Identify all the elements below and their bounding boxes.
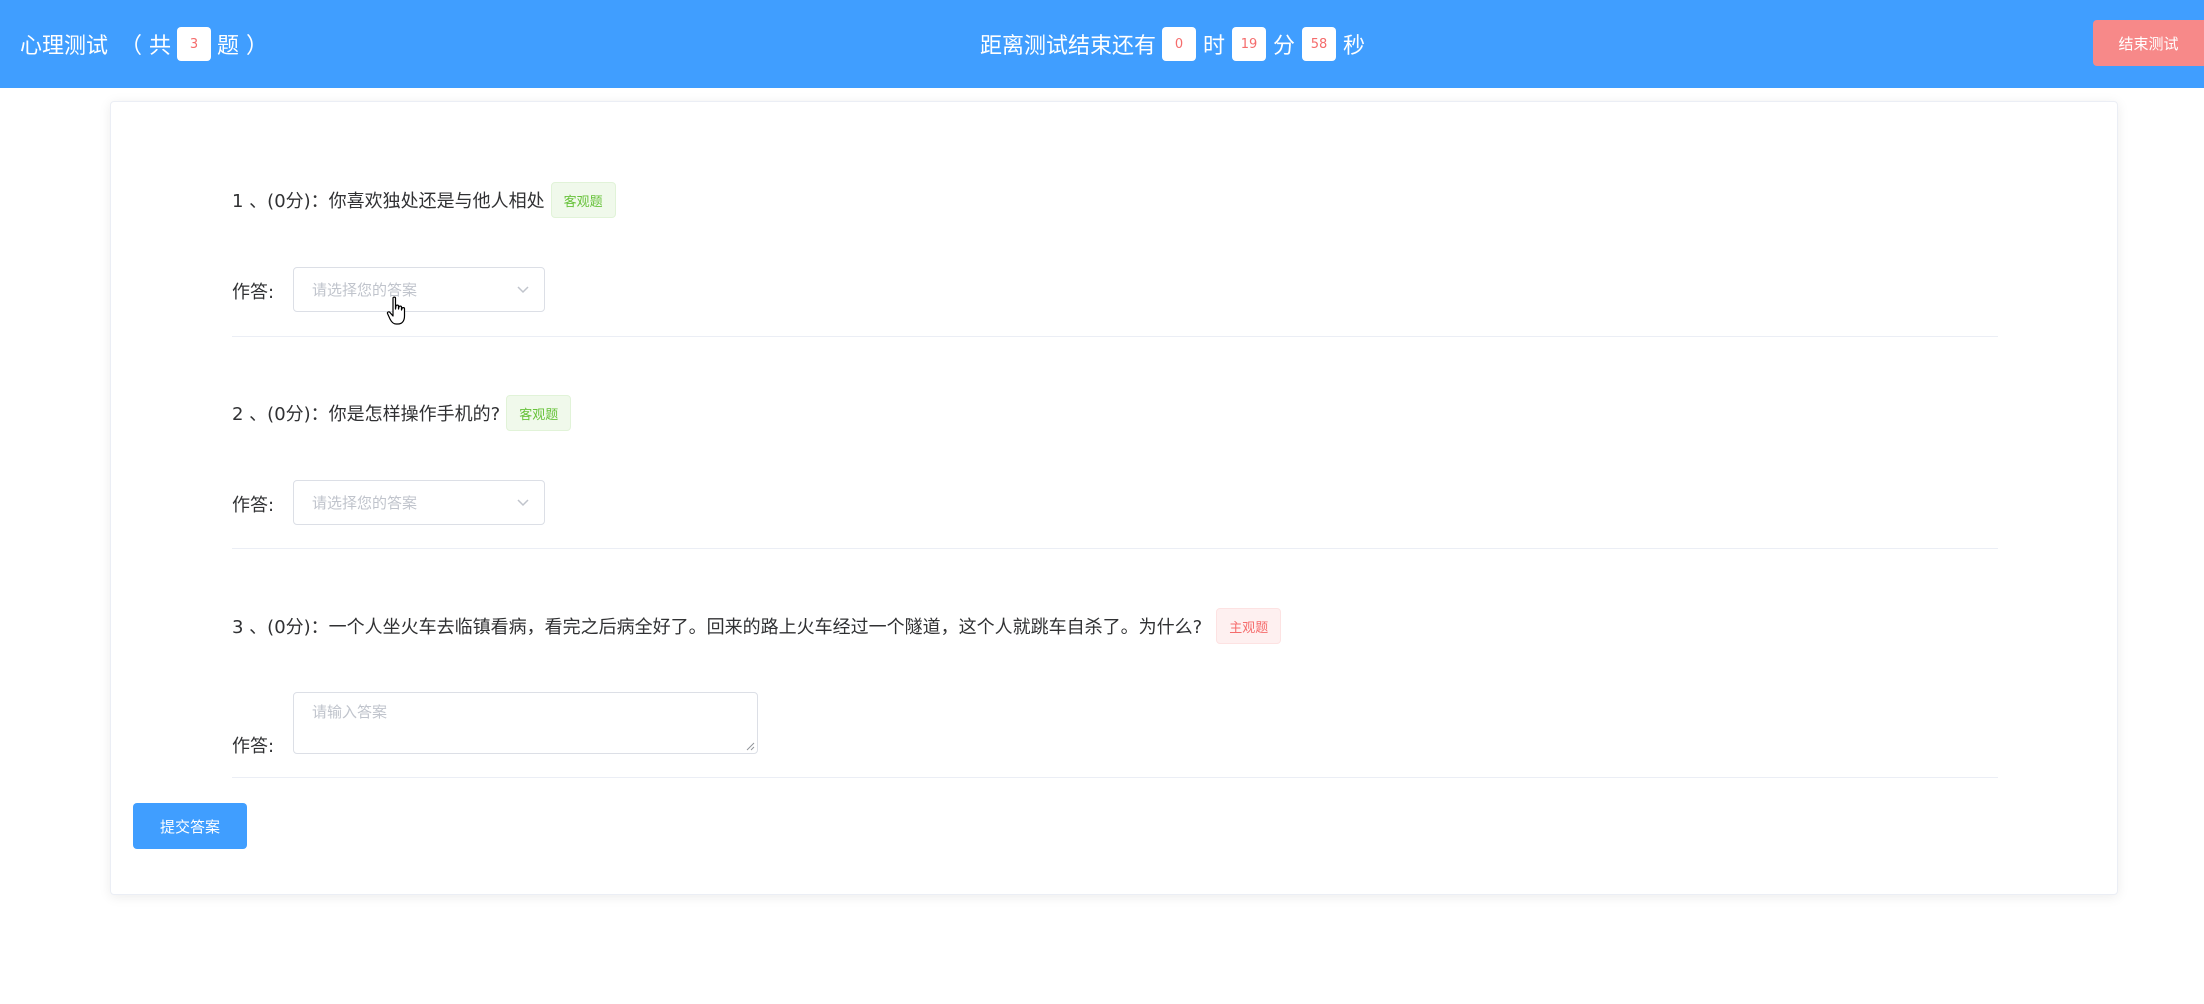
question-3-text: 3 、(0分)：一个人坐火车去临镇看病，看完之后病全好了。回来的路上火车经过一个… xyxy=(232,617,1203,638)
question-2-tag: 客观题 xyxy=(506,395,572,431)
question-2-text: 2 、(0分)：你是怎样操作手机的? xyxy=(232,404,501,425)
timer-minutes: 19 xyxy=(1232,27,1267,61)
question-2-answer-label: 作答: xyxy=(232,495,275,516)
question-3-textarea-placeholder: 请输入答案 xyxy=(312,703,388,721)
question-3-tag: 主观题 xyxy=(1216,608,1282,644)
timer-label: 距离测试结束还有 xyxy=(980,34,1157,59)
timer-hours-unit: 时 xyxy=(1203,34,1226,59)
question-3-answer-label: 作答: xyxy=(232,736,275,757)
timer-seconds-unit: 秒 xyxy=(1343,34,1366,59)
question-1-answer-select[interactable]: 请选择您的答案 xyxy=(293,267,545,312)
end-test-button[interactable]: 结束测试 xyxy=(2093,20,2204,66)
question-1-divider xyxy=(232,336,1998,337)
question-3-divider xyxy=(232,777,1998,778)
question-1: 1 、(0分)：你喜欢独处还是与他人相处 客观题 xyxy=(232,182,616,218)
question-2-divider xyxy=(232,548,1998,549)
total-prefix: （ 共 xyxy=(120,34,172,59)
submit-answers-button[interactable]: 提交答案 xyxy=(133,803,247,849)
timer-minutes-unit: 分 xyxy=(1273,34,1296,59)
question-card: 1 、(0分)：你喜欢独处还是与他人相处 客观题 作答: 请选择您的答案 2 、… xyxy=(110,101,2118,895)
total-suffix: 题 ） xyxy=(217,34,269,59)
question-1-text: 1 、(0分)：你喜欢独处还是与他人相处 xyxy=(232,191,545,212)
hand-pointer-icon xyxy=(386,296,406,325)
question-3-answer-textarea[interactable]: 请输入答案 xyxy=(293,692,758,754)
timer-seconds: 58 xyxy=(1302,27,1337,61)
chevron-down-icon xyxy=(517,499,529,507)
total-count-badge: 3 xyxy=(177,27,212,61)
countdown-timer: 距离测试结束还有 0 时 19 分 58 秒 xyxy=(980,0,1372,88)
question-3: 3 、(0分)：一个人坐火车去临镇看病，看完之后病全好了。回来的路上火车经过一个… xyxy=(232,608,1282,644)
test-title: 心理测试 （ 共 3 题 ） xyxy=(20,0,268,88)
timer-hours: 0 xyxy=(1162,27,1197,61)
question-1-tag: 客观题 xyxy=(550,182,616,218)
chevron-down-icon xyxy=(517,286,529,294)
resize-grip-icon[interactable] xyxy=(745,741,755,751)
question-2-select-placeholder: 请选择您的答案 xyxy=(312,494,418,512)
test-title-text: 心理测试 xyxy=(20,34,109,59)
question-2: 2 、(0分)：你是怎样操作手机的? 客观题 xyxy=(232,395,572,431)
top-bar: 心理测试 （ 共 3 题 ） 距离测试结束还有 0 时 19 分 58 秒 结束… xyxy=(0,0,2204,88)
question-2-answer-select[interactable]: 请选择您的答案 xyxy=(293,480,545,525)
question-1-answer-label: 作答: xyxy=(232,282,275,303)
